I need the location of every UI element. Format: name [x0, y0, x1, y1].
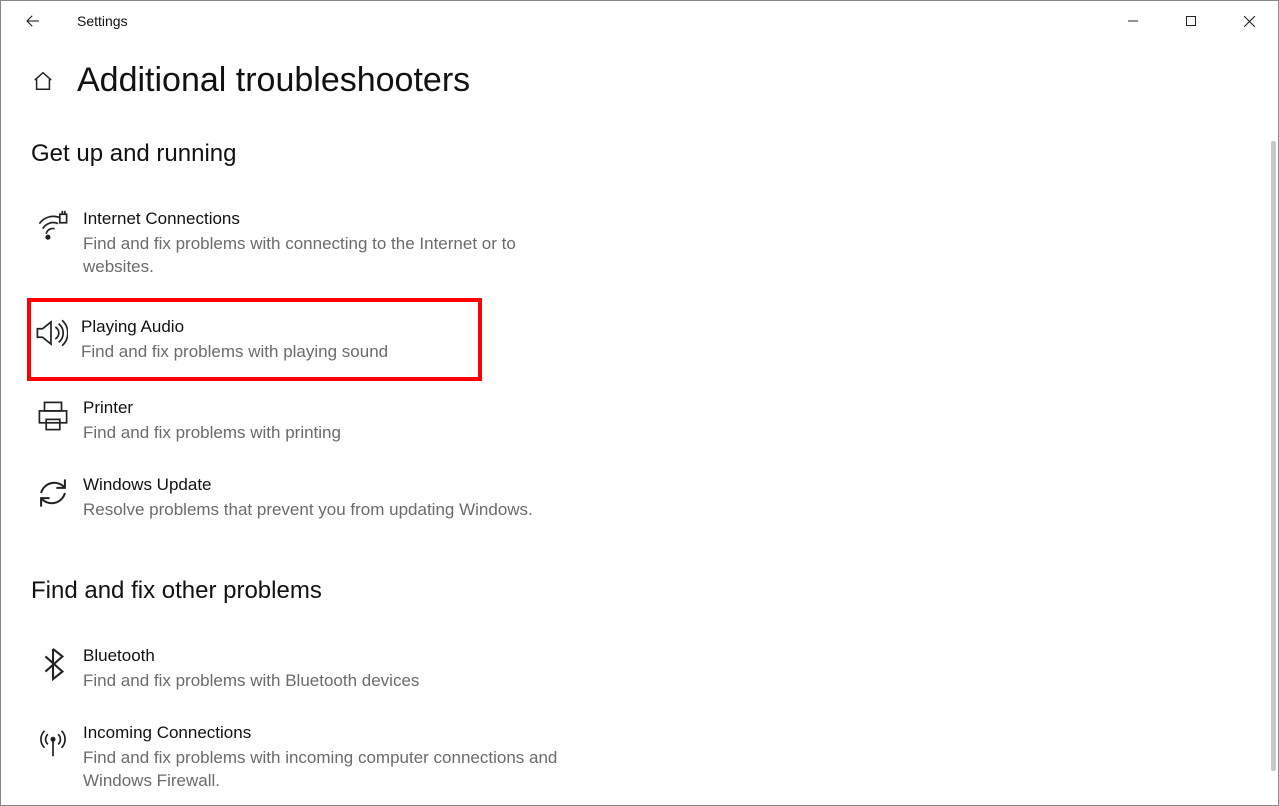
page-title: Additional troubleshooters	[77, 61, 470, 100]
troubleshooter-title: Internet Connections	[83, 208, 581, 230]
scrollbar[interactable]	[1271, 141, 1276, 771]
troubleshooter-list-running: Internet Connections Find and fix proble…	[31, 198, 591, 531]
home-icon	[32, 70, 54, 92]
close-button[interactable]	[1220, 1, 1278, 41]
title-bar: Settings	[1, 1, 1278, 41]
troubleshooter-desc: Find and fix problems with printing	[83, 421, 581, 444]
bluetooth-icon	[39, 647, 67, 681]
back-button[interactable]	[13, 1, 53, 41]
troubleshooter-desc: Find and fix problems with playing sound	[81, 340, 468, 363]
troubleshooter-printer[interactable]: Printer Find and fix problems with print…	[31, 387, 591, 454]
troubleshooter-internet-connections[interactable]: Internet Connections Find and fix proble…	[31, 198, 591, 288]
update-icon	[36, 476, 70, 510]
window-title: Settings	[77, 13, 128, 29]
arrow-left-icon	[24, 12, 42, 30]
speaker-icon	[34, 318, 68, 348]
troubleshooter-list-other: Bluetooth Find and fix problems with Blu…	[31, 635, 591, 802]
troubleshooter-playing-audio[interactable]: Playing Audio Find and fix problems with…	[27, 298, 482, 381]
troubleshooter-incoming-connections[interactable]: Incoming Connections Find and fix proble…	[31, 712, 591, 802]
troubleshooter-title: Incoming Connections	[83, 722, 581, 744]
troubleshooter-title: Printer	[83, 397, 581, 419]
page-header: Additional troubleshooters	[31, 61, 1248, 100]
minimize-button[interactable]	[1104, 1, 1162, 41]
window-controls	[1104, 1, 1278, 41]
internet-icon	[36, 210, 70, 244]
maximize-button[interactable]	[1162, 1, 1220, 41]
troubleshooter-title: Playing Audio	[81, 316, 468, 338]
section-title-running: Get up and running	[31, 140, 1248, 168]
home-button[interactable]	[31, 69, 55, 93]
troubleshooter-windows-update[interactable]: Windows Update Resolve problems that pre…	[31, 464, 591, 531]
minimize-icon	[1127, 15, 1139, 27]
troubleshooter-desc: Find and fix problems with Bluetooth dev…	[83, 669, 581, 692]
troubleshooter-desc: Find and fix problems with connecting to…	[83, 232, 581, 278]
troubleshooter-bluetooth[interactable]: Bluetooth Find and fix problems with Blu…	[31, 635, 591, 702]
troubleshooter-desc: Find and fix problems with incoming comp…	[83, 746, 581, 792]
content-area: Additional troubleshooters Get up and ru…	[1, 41, 1278, 805]
close-icon	[1243, 15, 1256, 28]
maximize-icon	[1185, 15, 1197, 27]
antenna-icon	[36, 724, 70, 758]
printer-icon	[36, 399, 70, 433]
troubleshooter-title: Windows Update	[83, 474, 581, 496]
troubleshooter-desc: Resolve problems that prevent you from u…	[83, 498, 581, 521]
section-title-other: Find and fix other problems	[31, 577, 1248, 605]
troubleshooter-title: Bluetooth	[83, 645, 581, 667]
